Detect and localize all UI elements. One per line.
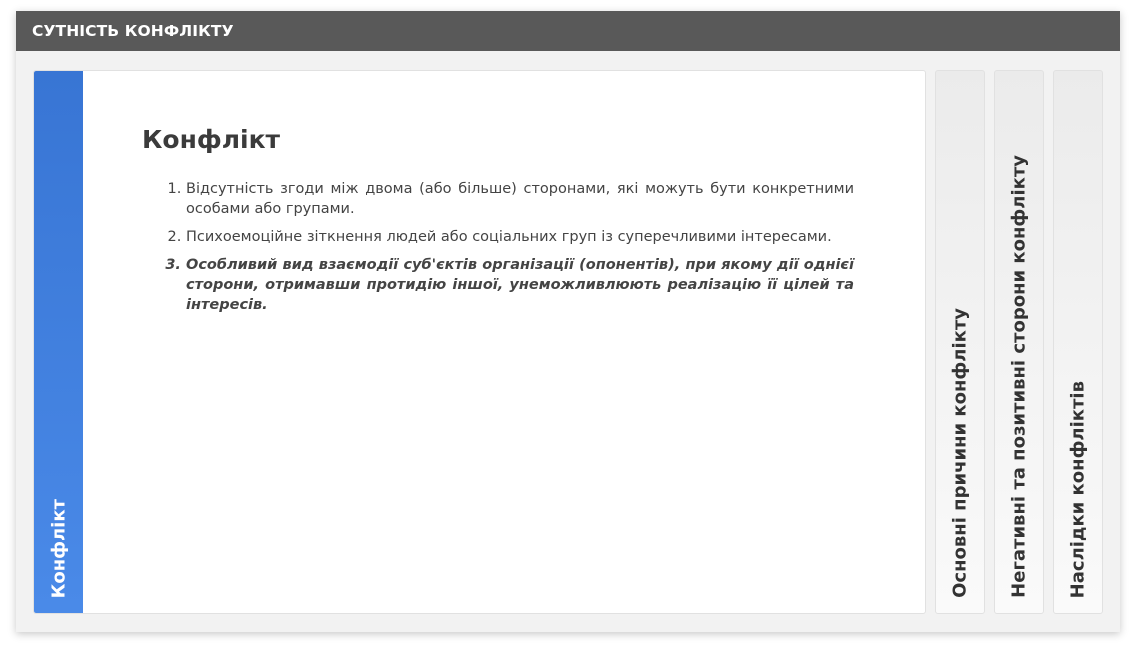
definition-list: Відсутність згоди між двома (або більше)… (142, 179, 854, 315)
list-item-emphasized: Особливий вид взаємодії суб'єктів органі… (186, 255, 854, 315)
list-item: Відсутність згоди між двома (або більше)… (186, 179, 854, 219)
accordion-tab-negative-positive[interactable]: Негативні та позитивні сторони конфлікту (994, 70, 1044, 614)
accordion-tab-label: Негативні та позитивні сторони конфлікту (1008, 155, 1030, 598)
accordion-tab-consequences[interactable]: Наслідки конфліктів (1053, 70, 1103, 614)
accordion-tab-conflict[interactable]: Конфлікт (34, 71, 83, 613)
list-item: Психоемоційне зіткнення людей або соціал… (186, 227, 854, 247)
page-title: СУТНІСТЬ КОНФЛІКТУ (16, 11, 1120, 51)
accordion: Конфлікт Конфлікт Відсутність згоди між … (33, 70, 1103, 614)
accordion-tab-label: Конфлікт (48, 498, 69, 598)
accordion-tab-label: Основні причини конфлікту (949, 308, 971, 598)
accordion-panel-active: Конфлікт Конфлікт Відсутність згоди між … (33, 70, 926, 614)
presentation-frame: СУТНІСТЬ КОНФЛІКТУ Конфлікт Конфлікт Від… (16, 11, 1120, 632)
content-heading: Конфлікт (142, 125, 281, 154)
panel-content: Конфлікт Відсутність згоди між двома (аб… (142, 71, 854, 323)
accordion-tab-label: Наслідки конфліктів (1067, 380, 1089, 598)
accordion-tab-causes[interactable]: Основні причини конфлікту (935, 70, 985, 614)
